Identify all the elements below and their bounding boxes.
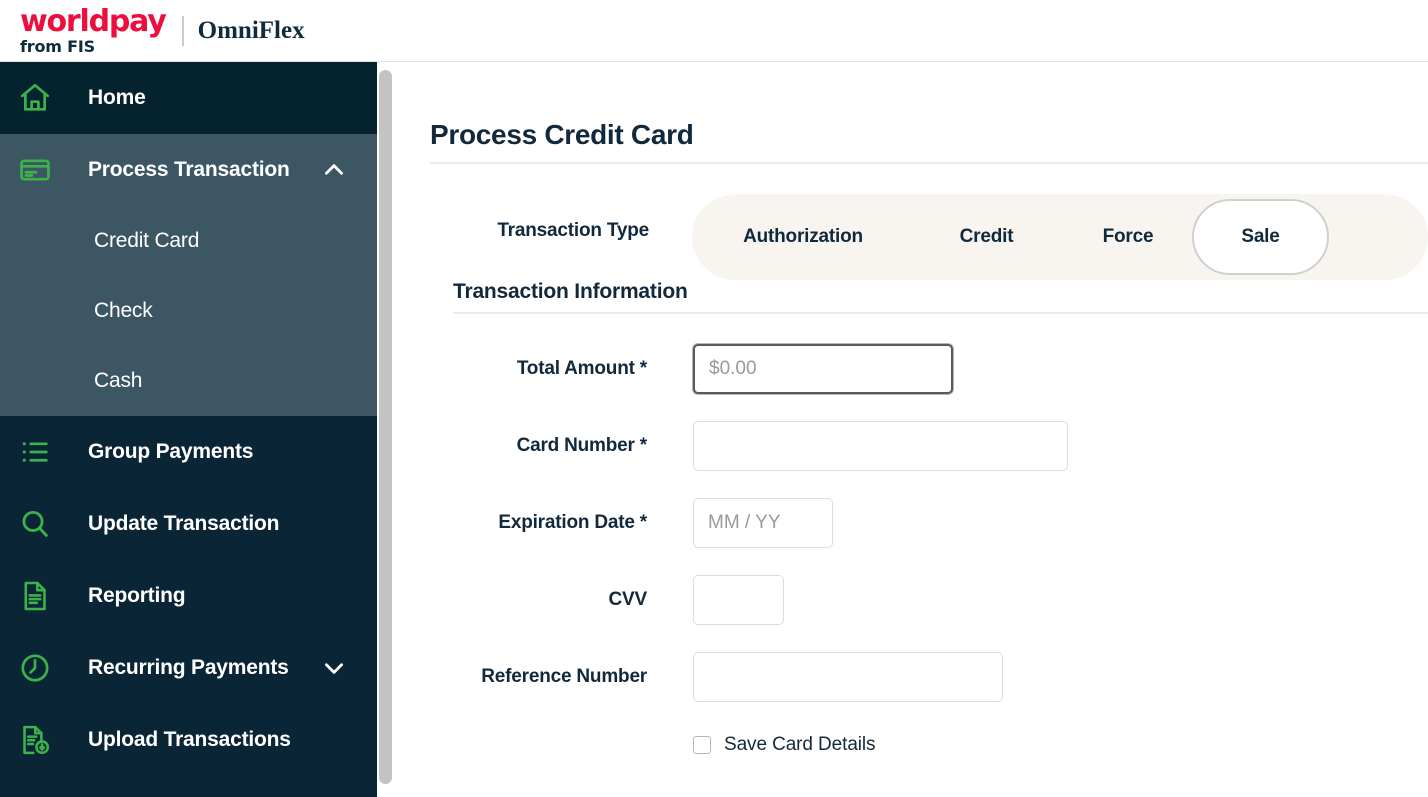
sidebar-item-update-transaction[interactable]: Update Transaction [0, 488, 377, 560]
sidebar-subitem-check[interactable]: Check [0, 276, 377, 346]
sidebar-submenu-process-transaction: Credit Card Check Cash [0, 206, 377, 416]
brand-logo[interactable]: worldpay from FIS OmniFlex [20, 3, 305, 56]
total-amount-label: Total Amount * [516, 357, 647, 379]
transaction-type-row: Transaction Type Authorization Credit Fo… [399, 194, 1428, 280]
list-icon [18, 435, 58, 469]
transaction-type-option-credit[interactable]: Credit [909, 199, 1064, 275]
transaction-type-toggle-group: Authorization Credit Force Sale [692, 194, 1428, 280]
form-row-cvv: CVV [399, 561, 1428, 638]
brand-bar: worldpay from FIS OmniFlex [0, 0, 1428, 62]
expiration-date-input[interactable] [693, 497, 833, 548]
cvv-label: CVV [608, 588, 648, 610]
document-icon [18, 579, 58, 613]
expiration-date-label: Expiration Date * [498, 511, 647, 533]
sidebar-item-label: Reporting [88, 584, 186, 607]
sidebar-item-label: Upload Transactions [88, 728, 291, 751]
save-card-details-label[interactable]: Save Card Details [724, 734, 876, 756]
total-amount-input[interactable] [693, 343, 953, 394]
form-row-expiration-date: Expiration Date * [399, 484, 1428, 561]
brand-product-name: OmniFlex [197, 16, 305, 44]
page-title: Process Credit Card [430, 119, 694, 150]
sidebar-item-home[interactable]: Home [0, 62, 377, 134]
brand-divider [181, 15, 184, 46]
cvv-input[interactable] [693, 574, 784, 625]
brand-worldpay-text: worldpay [20, 3, 167, 39]
form-row-save-card-details: Save Card Details [399, 715, 1428, 775]
chevron-up-icon[interactable] [321, 157, 347, 183]
sidebar-item-reporting[interactable]: Reporting [0, 560, 377, 632]
sidebar-subitem-label: Check [94, 299, 153, 322]
home-icon [18, 81, 58, 115]
sidebar-subitem-credit-card[interactable]: Credit Card [0, 206, 377, 276]
main-content: Process Credit Card Transaction Type Aut… [399, 62, 1428, 797]
sidebar-item-recurring-payments[interactable]: Recurring Payments [0, 632, 377, 704]
section-divider [453, 312, 1428, 314]
reference-number-label: Reference Number [481, 665, 647, 687]
sidebar-item-label: Home [88, 86, 146, 109]
credit-card-icon [18, 153, 58, 187]
sidebar-item-label: Process Transaction [88, 158, 290, 181]
sidebar: Home Process Transaction Credit Card Che… [0, 62, 377, 797]
sidebar-item-label: Group Payments [88, 440, 254, 463]
sidebar-scrollbar[interactable] [377, 62, 399, 797]
transaction-type-option-sale[interactable]: Sale [1192, 199, 1329, 275]
chevron-down-icon[interactable] [321, 655, 347, 681]
page-title-divider [430, 162, 1428, 164]
transaction-type-label: Transaction Type [497, 220, 649, 241]
transaction-form: Total Amount * Card Number * Expiration … [399, 330, 1428, 775]
transaction-type-option-authorization[interactable]: Authorization [697, 199, 909, 275]
sidebar-item-label: Recurring Payments [88, 656, 289, 679]
form-row-reference-number: Reference Number [399, 638, 1428, 715]
search-icon [18, 507, 58, 541]
clock-icon [18, 651, 58, 685]
form-row-total-amount: Total Amount * [399, 330, 1428, 407]
form-row-card-number: Card Number * [399, 407, 1428, 484]
sidebar-subitem-label: Credit Card [94, 229, 200, 252]
reference-number-input[interactable] [693, 651, 1003, 702]
card-number-label: Card Number * [516, 434, 648, 456]
card-number-input[interactable] [693, 420, 1068, 471]
sidebar-item-label: Update Transaction [88, 512, 280, 535]
sidebar-subitem-label: Cash [94, 369, 143, 392]
section-title-transaction-information: Transaction Information [453, 280, 688, 303]
document-upload-icon [18, 723, 58, 757]
worldpay-wordmark: worldpay from FIS [20, 3, 167, 56]
transaction-type-option-force[interactable]: Force [1064, 199, 1192, 275]
save-card-details-checkbox[interactable] [693, 736, 711, 754]
app-root: worldpay from FIS OmniFlex Home Process … [0, 0, 1428, 797]
sidebar-item-upload-transactions[interactable]: Upload Transactions [0, 704, 377, 776]
sidebar-subitem-cash[interactable]: Cash [0, 346, 377, 416]
brand-from-fis-text: from FIS [20, 36, 95, 56]
sidebar-item-group-payments[interactable]: Group Payments [0, 416, 377, 488]
sidebar-item-process-transaction[interactable]: Process Transaction [0, 134, 377, 206]
scrollbar-thumb[interactable] [379, 70, 392, 784]
